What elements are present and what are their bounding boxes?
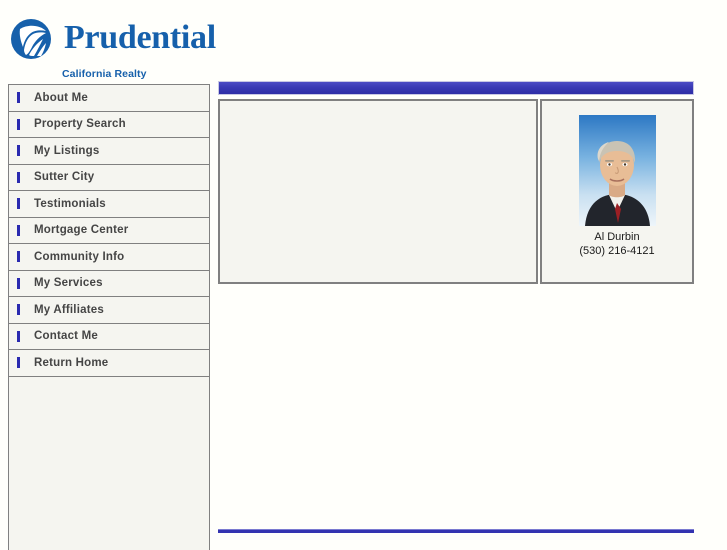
agent-portrait-photo-icon: [578, 115, 656, 226]
sidebar-item-mortgage-center[interactable]: Mortgage Center: [8, 216, 210, 243]
brand-subtitle: California Realty: [62, 68, 147, 80]
agent-card: Al Durbin (530) 216-4121: [540, 99, 694, 284]
agent-name: Al Durbin: [594, 231, 640, 243]
agent-phone[interactable]: (530) 216-4121: [579, 245, 654, 257]
sidebar-item-label: Mortgage Center: [34, 224, 129, 237]
sidebar-empty-panel: [8, 375, 210, 550]
sidebar-item-label: Contact Me: [34, 330, 98, 343]
sidebar-item-label: Sutter City: [34, 171, 95, 184]
prudential-rock-logo-icon: [10, 17, 56, 61]
sidebar-nav: About Me Property Search My Listings Sut…: [8, 84, 210, 550]
sidebar-item-my-services[interactable]: My Services: [8, 269, 210, 296]
sidebar-item-contact-me[interactable]: Contact Me: [8, 322, 210, 349]
sidebar-item-testimonials[interactable]: Testimonials: [8, 190, 210, 217]
bar-bullet-icon: [17, 304, 20, 316]
sidebar-item-label: Return Home: [34, 356, 109, 369]
bar-bullet-icon: [17, 145, 20, 157]
sidebar-item-label: My Listings: [34, 144, 100, 157]
footer-divider: [218, 529, 694, 533]
bar-bullet-icon: [17, 330, 20, 342]
bar-bullet-icon: [17, 198, 20, 210]
sidebar-item-label: Community Info: [34, 250, 125, 263]
bar-bullet-icon: [17, 118, 20, 130]
sidebar-item-return-home[interactable]: Return Home: [8, 349, 210, 376]
bar-bullet-icon: [17, 171, 20, 183]
sidebar-item-about-me[interactable]: About Me: [8, 84, 210, 111]
page-banner-bar: [218, 81, 694, 95]
sidebar-item-my-listings[interactable]: My Listings: [8, 137, 210, 164]
sidebar-item-community-info[interactable]: Community Info: [8, 243, 210, 270]
sidebar-item-label: My Services: [34, 277, 103, 290]
bar-bullet-icon: [17, 224, 20, 236]
site-header: Prudential California Realty: [0, 0, 727, 84]
bar-bullet-icon: [17, 277, 20, 289]
main-content-panel: [218, 99, 538, 284]
sidebar-item-label: My Affiliates: [34, 303, 104, 316]
sidebar-item-label: About Me: [34, 91, 88, 104]
bar-bullet-icon: [17, 357, 20, 369]
sidebar-item-label: Testimonials: [34, 197, 106, 210]
brand-logo[interactable]: Prudential: [10, 14, 216, 64]
brand-name: Prudential: [64, 19, 216, 56]
bar-bullet-icon: [17, 92, 20, 104]
panels-row: Al Durbin (530) 216-4121: [218, 99, 694, 284]
bar-bullet-icon: [17, 251, 20, 263]
sidebar-item-label: Property Search: [34, 118, 126, 131]
sidebar-item-sutter-city[interactable]: Sutter City: [8, 163, 210, 190]
sidebar-item-my-affiliates[interactable]: My Affiliates: [8, 296, 210, 323]
sidebar-item-property-search[interactable]: Property Search: [8, 110, 210, 137]
main-column: Al Durbin (530) 216-4121: [218, 81, 694, 545]
